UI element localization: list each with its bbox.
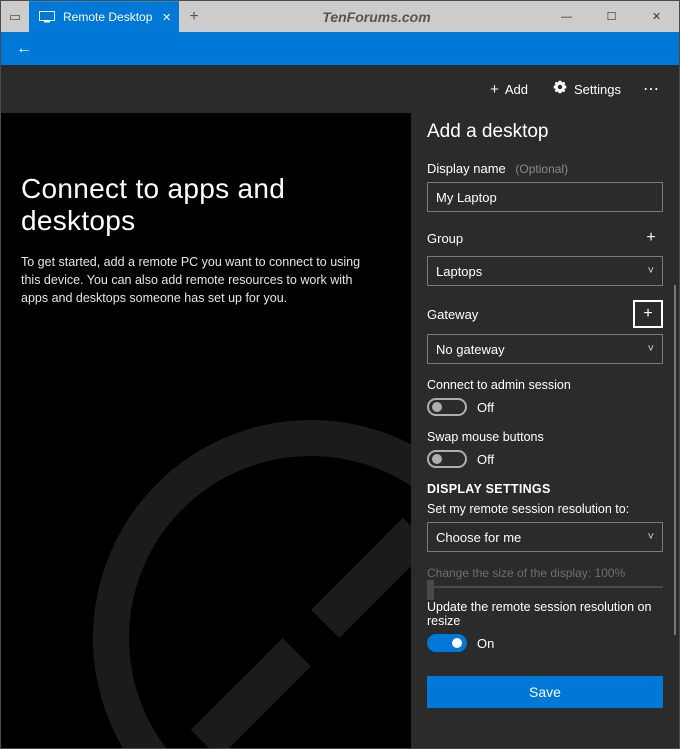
resolution-value: Choose for me <box>436 530 521 545</box>
minimize-button[interactable]: — <box>544 1 589 32</box>
field-group: Group + Laptops ˅ <box>427 226 663 286</box>
panel-title: Add a desktop <box>427 121 663 143</box>
gateway-label: Gateway <box>427 307 478 322</box>
update-resize-value: On <box>477 636 494 651</box>
swap-mouse-value: Off <box>477 452 494 467</box>
add-label: Add <box>505 82 528 97</box>
settings-button[interactable]: Settings <box>542 73 631 105</box>
field-display-name: Display name (Optional) <box>427 161 663 212</box>
gateway-select[interactable]: No gateway ˅ <box>427 334 663 364</box>
top-action-bar: + Add Settings ⋯ <box>1 65 679 113</box>
chevron-down-icon: ˅ <box>648 343 654 355</box>
app-body: + Add Settings ⋯ Connect to apps and des… <box>1 65 679 748</box>
close-window-button[interactable]: ✕ <box>634 1 679 32</box>
command-bar: ← <box>1 32 679 65</box>
welcome-panel: Connect to apps and desktops To get star… <box>1 65 411 748</box>
gear-icon <box>552 79 568 99</box>
display-size-slider <box>427 586 663 588</box>
update-resize-label: Update the remote session resolution on … <box>427 600 663 628</box>
add-group-button[interactable]: + <box>639 226 663 250</box>
display-name-label: Display name <box>427 161 506 176</box>
add-gateway-button[interactable]: + <box>633 300 663 328</box>
chevron-down-icon: ˅ <box>648 265 654 277</box>
settings-label: Settings <box>574 82 621 97</box>
chevron-down-icon: ˅ <box>648 531 654 543</box>
admin-session-value: Off <box>477 400 494 415</box>
add-desktop-panel: Add a desktop Display name (Optional) Gr… <box>411 65 679 748</box>
field-update-on-resize: Update the remote session resolution on … <box>427 600 663 652</box>
resolution-select[interactable]: Choose for me ˅ <box>427 522 663 552</box>
background-graphic <box>91 418 411 748</box>
group-select[interactable]: Laptops ˅ <box>427 256 663 286</box>
monitor-icon <box>39 9 55 25</box>
resolution-label: Set my remote session resolution to: <box>427 502 663 516</box>
display-name-input[interactable] <box>427 182 663 212</box>
group-value: Laptops <box>436 264 482 279</box>
field-admin-session: Connect to admin session Off <box>427 378 663 416</box>
app-window: ▭ Remote Desktop × + TenForums.com — ☐ ✕… <box>0 0 680 749</box>
field-gateway: Gateway + No gateway ˅ <box>427 300 663 364</box>
group-label: Group <box>427 231 463 246</box>
add-button[interactable]: + Add <box>480 75 538 104</box>
optional-label: (Optional) <box>515 162 568 176</box>
titlebar: ▭ Remote Desktop × + TenForums.com — ☐ ✕ <box>1 1 679 32</box>
admin-session-toggle[interactable] <box>427 398 467 416</box>
field-swap-mouse: Swap mouse buttons Off <box>427 430 663 468</box>
save-button[interactable]: Save <box>427 676 663 708</box>
scrollbar[interactable] <box>674 285 676 635</box>
back-button[interactable]: ← <box>1 32 47 65</box>
page-description: To get started, add a remote PC you want… <box>21 253 381 307</box>
gateway-value: No gateway <box>436 342 505 357</box>
tab-remote-desktop[interactable]: Remote Desktop × <box>29 1 179 32</box>
admin-session-label: Connect to admin session <box>427 378 663 392</box>
app-icon: ▭ <box>1 1 29 32</box>
swap-mouse-toggle[interactable] <box>427 450 467 468</box>
more-button[interactable]: ⋯ <box>635 73 669 105</box>
display-size-label: Change the size of the display: 100% <box>427 566 663 580</box>
maximize-button[interactable]: ☐ <box>589 1 634 32</box>
close-tab-icon[interactable]: × <box>162 9 171 26</box>
watermark: TenForums.com <box>209 1 544 32</box>
window-controls: — ☐ ✕ <box>544 1 679 32</box>
update-resize-toggle[interactable] <box>427 634 467 652</box>
tab-title: Remote Desktop <box>63 10 154 24</box>
swap-mouse-label: Swap mouse buttons <box>427 430 663 444</box>
plus-icon: + <box>490 81 499 98</box>
page-heading: Connect to apps and desktops <box>21 173 391 237</box>
new-tab-button[interactable]: + <box>179 1 209 32</box>
display-settings-heading: DISPLAY SETTINGS <box>427 482 663 496</box>
slider-thumb <box>427 580 434 600</box>
